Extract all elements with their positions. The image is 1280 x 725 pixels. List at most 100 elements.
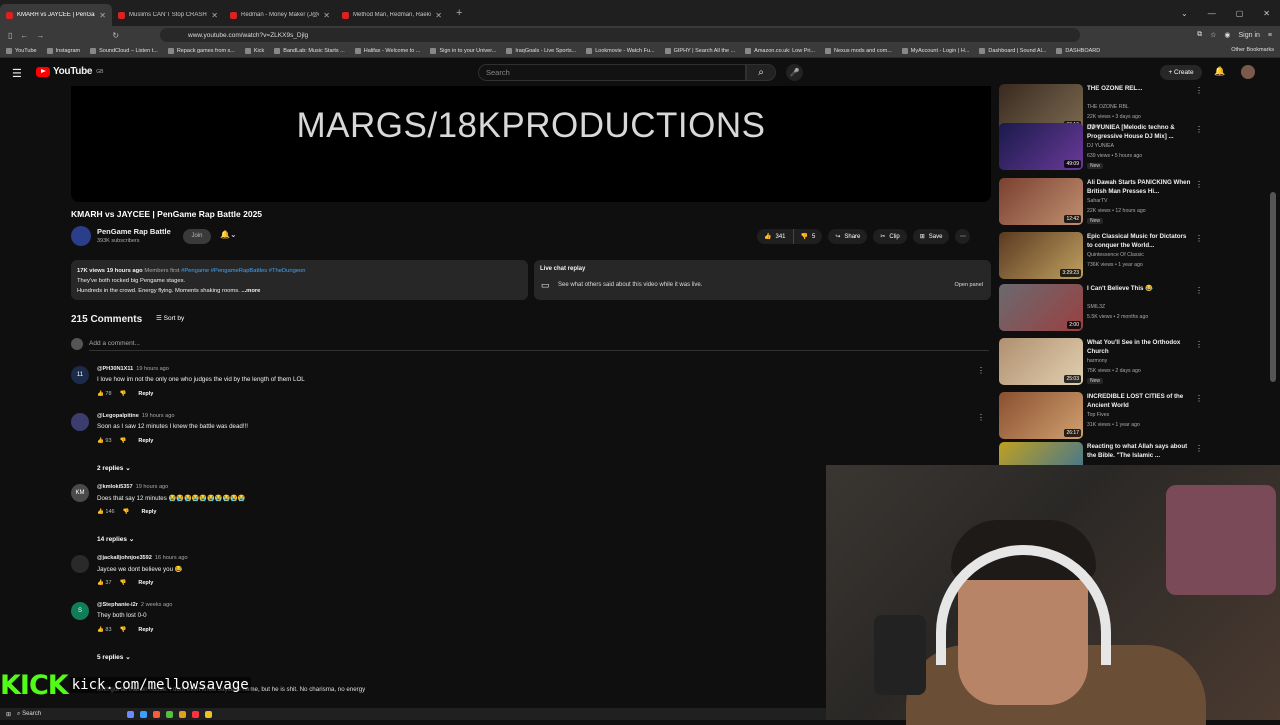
recommended-channel[interactable]: Quintessence Of Classic xyxy=(1087,252,1144,258)
notification-bell-icon[interactable]: 🔔⌄ xyxy=(220,230,237,239)
close-tab-icon[interactable]: ✕ xyxy=(211,11,218,20)
search-input[interactable]: Search xyxy=(478,64,746,81)
replies-toggle[interactable]: 14 replies ⌄ xyxy=(97,535,134,543)
channel-name[interactable]: PenGame Rap Battle xyxy=(97,227,171,236)
recommended-video[interactable]: 25:03 What You'll See in the Orthodox Chu… xyxy=(999,338,1204,388)
bookmark-item[interactable]: DASHBOARD xyxy=(1056,47,1100,54)
more-options-icon[interactable]: ⋮ xyxy=(1195,86,1203,95)
microphone-icon[interactable]: 🎤 xyxy=(786,64,803,81)
comment-author[interactable]: @PH30N1X11 xyxy=(97,366,133,372)
avatar[interactable] xyxy=(1241,65,1255,79)
browser-tab[interactable]: Muslims CAN'T Stop CRASHIN ✕ xyxy=(112,4,224,26)
reload-icon[interactable]: ↻ xyxy=(112,31,119,40)
reply-button[interactable]: Reply xyxy=(138,627,153,633)
start-icon[interactable]: ⊞ xyxy=(6,711,11,718)
hashtags[interactable]: #Pengame #PengameRapBattles #TheDungeon xyxy=(181,268,305,274)
avatar[interactable]: 11 xyxy=(71,366,89,384)
bookmark-item[interactable]: GIPHY | Search All the ... xyxy=(664,47,735,54)
clip-button[interactable]: ✂ Clip xyxy=(873,229,907,244)
video-thumbnail[interactable]: 2:00 xyxy=(999,284,1083,331)
comment-author[interactable]: @jackalljohnjoe3592 xyxy=(97,555,152,561)
like-comment-button[interactable]: 👍 146 xyxy=(97,509,115,515)
avatar[interactable]: KM xyxy=(71,484,89,502)
dislike-button[interactable]: 👎 5 xyxy=(793,229,823,244)
app-icon[interactable] xyxy=(205,710,213,718)
bookmark-item[interactable]: Lookmovie - Watch Fu... xyxy=(586,47,655,54)
more-options-icon[interactable]: ⋮ xyxy=(1195,180,1203,189)
recommended-channel[interactable]: DJ YUNIEA xyxy=(1087,143,1114,149)
recommended-title[interactable]: INCREDIBLE LOST CITIES of the Ancient Wo… xyxy=(1087,392,1193,410)
replies-toggle[interactable]: 5 replies ⌄ xyxy=(97,653,131,661)
bookmark-item[interactable]: Instagram xyxy=(46,47,80,54)
notifications-bell-icon[interactable]: 🔔 xyxy=(1214,66,1225,77)
recommended-video[interactable]: 26:17 INCREDIBLE LOST CITIES of the Ancie… xyxy=(999,392,1204,442)
bookmark-item[interactable]: Sign in to your Univer... xyxy=(430,47,496,54)
extensions-icon[interactable]: ⧉ xyxy=(1197,31,1202,39)
avatar[interactable] xyxy=(71,413,89,431)
add-comment-input[interactable]: Add a comment... xyxy=(89,340,989,351)
recommended-channel[interactable]: Top Fives xyxy=(1087,412,1109,418)
like-button[interactable]: 👍 341 xyxy=(757,229,794,244)
join-button[interactable]: Join xyxy=(183,229,211,244)
recommended-title[interactable]: THE OZONE REL... xyxy=(1087,84,1193,93)
bookmark-item[interactable]: Nexus mods and com... xyxy=(825,47,892,54)
taskbar-search[interactable]: ⌕ Search xyxy=(17,711,41,718)
reply-button[interactable]: Reply xyxy=(141,509,156,515)
profile-icon[interactable]: ◉ xyxy=(1224,31,1230,39)
more-options-icon[interactable]: ⋮ xyxy=(1195,125,1203,134)
more-link[interactable]: ...more xyxy=(241,288,260,294)
comment-menu-icon[interactable]: ⋮ xyxy=(977,366,985,375)
video-thumbnail[interactable]: 3:29:23 xyxy=(999,232,1083,279)
avatar[interactable]: S xyxy=(71,602,89,620)
dislike-comment-icon[interactable]: 👎 xyxy=(120,438,127,444)
bookmark-item[interactable]: YouTube xyxy=(6,47,37,54)
like-comment-button[interactable]: 👍 37 xyxy=(97,580,112,586)
recommended-title[interactable]: Ali Dawah Starts PANICKING When British … xyxy=(1087,178,1193,196)
forward-icon[interactable]: → xyxy=(36,31,44,40)
recommended-channel[interactable]: SaharTV xyxy=(1087,198,1107,204)
browser-tab[interactable]: KMARH vs JAYCEE | PenGame R✕ xyxy=(0,4,112,26)
dislike-comment-icon[interactable]: 👎 xyxy=(120,627,127,633)
app-icon[interactable] xyxy=(192,710,200,718)
bookmark-item[interactable]: Amazon.co.uk: Low Pri... xyxy=(745,47,815,54)
app-icon[interactable] xyxy=(140,710,148,718)
app-icon[interactable] xyxy=(153,710,161,718)
recommended-video[interactable]: 49:09 DJ YUNIEA [Melodic techno & Progres… xyxy=(999,123,1204,173)
maximize-icon[interactable]: ▢ xyxy=(1236,9,1244,18)
more-options-icon[interactable]: ⋮ xyxy=(1195,394,1203,403)
sort-by-button[interactable]: ☰ Sort by xyxy=(156,314,184,322)
browser-tab[interactable]: Redman - Money Maker (J@q ! ✕ xyxy=(224,4,336,26)
open-panel-button[interactable]: Open panel xyxy=(955,282,983,288)
comment-menu-icon[interactable]: ⋮ xyxy=(977,413,985,422)
bookmark-item[interactable]: Halifax - Welcome to ... xyxy=(354,47,420,54)
recommended-video[interactable]: 3:29:23 Epic Classical Music for Dictator… xyxy=(999,232,1204,282)
bookmark-item[interactable]: Dashboard | Sound Al... xyxy=(979,47,1046,54)
other-bookmarks[interactable]: Other Bookmarks xyxy=(1231,47,1274,53)
sidebar-toggle-icon[interactable]: ▯ xyxy=(8,31,12,40)
recommended-channel[interactable]: THE OZONE RBL xyxy=(1087,104,1129,110)
recommended-video[interactable]: 2:00 I Can't Believe This 😂 SMIL3Z 5.5K vie… xyxy=(999,284,1204,334)
close-tab-icon[interactable]: ✕ xyxy=(99,11,106,20)
video-thumbnail[interactable]: 49:09 xyxy=(999,123,1083,170)
close-tab-icon[interactable]: ✕ xyxy=(435,11,442,20)
youtube-logo[interactable]: YouTube GB xyxy=(36,66,103,77)
bookmark-item[interactable]: Kick xyxy=(244,47,264,54)
recommended-title[interactable]: I Can't Believe This 😂 xyxy=(1087,284,1193,293)
channel-avatar[interactable] xyxy=(71,226,91,246)
recommended-title[interactable]: Epic Classical Music for Dictators to co… xyxy=(1087,232,1193,250)
recommended-title[interactable]: What You'll See in the Orthodox Church xyxy=(1087,338,1193,356)
video-thumbnail[interactable]: 25:03 xyxy=(999,338,1083,385)
video-thumbnail[interactable]: 12:42 xyxy=(999,178,1083,225)
like-comment-button[interactable]: 👍 78 xyxy=(97,391,112,397)
bookmark-item[interactable]: MyAccount - Login | H... xyxy=(901,47,969,54)
more-options-icon[interactable]: ⋮ xyxy=(1195,444,1203,453)
app-icon[interactable] xyxy=(166,710,174,718)
app-icon[interactable] xyxy=(127,710,135,718)
comment-author[interactable]: @Stephanie-i2r xyxy=(97,602,138,608)
recommended-video[interactable]: 12:42 Ali Dawah Starts PANICKING When Bri… xyxy=(999,178,1204,228)
recommended-channel[interactable]: SMIL3Z xyxy=(1087,304,1105,310)
dislike-comment-icon[interactable]: 👎 xyxy=(120,580,127,586)
dislike-comment-icon[interactable]: 👎 xyxy=(123,509,130,515)
search-icon[interactable]: ⌕ xyxy=(746,64,776,81)
url-field[interactable]: www.youtube.com/watch?v=ZLKX9s_Djlg xyxy=(160,28,1080,42)
